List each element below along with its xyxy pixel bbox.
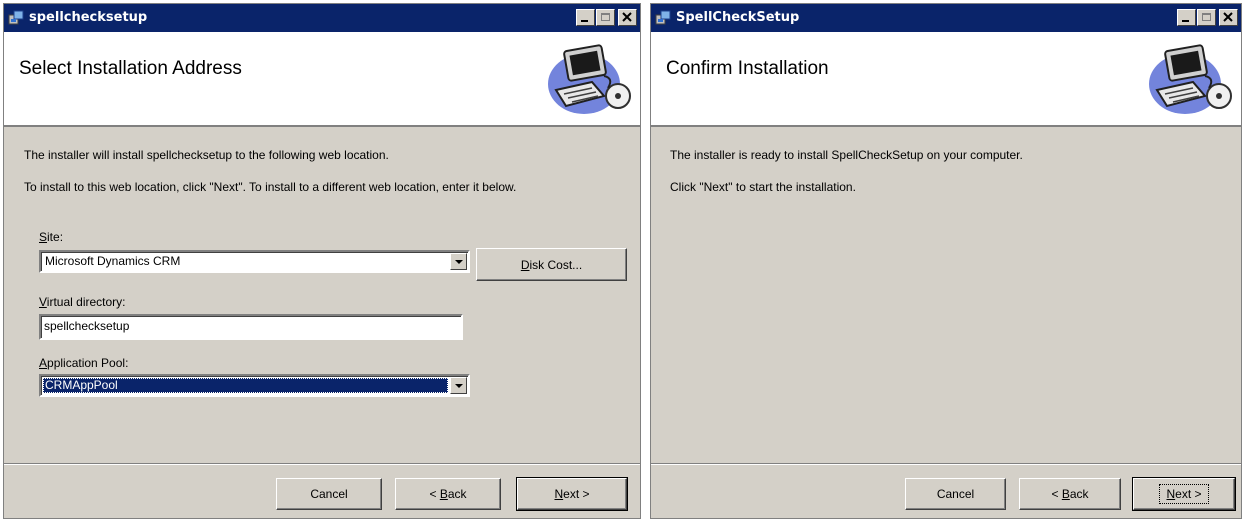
close-button[interactable] [618, 9, 637, 26]
virtual-directory-input[interactable]: spellchecksetup [39, 314, 463, 340]
minimize-icon [581, 20, 588, 22]
left-installer-window: spellchecksetup Select Installation Addr… [3, 3, 641, 519]
header-banner: Select Installation Address [4, 32, 640, 127]
site-dropdown[interactable]: Microsoft Dynamics CRM [39, 250, 470, 273]
application-pool-value: CRMAppPool [43, 378, 448, 393]
next-button[interactable]: Next > [1132, 477, 1236, 511]
close-icon [622, 12, 632, 22]
virtual-directory-label: Virtual directory: [39, 295, 126, 309]
maximize-icon [1202, 13, 1211, 21]
title-bar-buttons [576, 9, 637, 27]
chevron-down-icon [455, 260, 463, 264]
intro-line-1: The installer will install spellcheckset… [24, 148, 389, 162]
close-icon [1223, 12, 1233, 22]
computer-with-cd-icon [548, 44, 631, 114]
footer-divider [651, 463, 1241, 465]
site-label: Site: [39, 230, 64, 244]
computer-with-cd-icon [1149, 44, 1232, 114]
intro-line-2: Click "Next" to start the installation. [670, 180, 856, 194]
title-bar[interactable]: SpellCheckSetup [651, 4, 1241, 32]
disk-cost-button[interactable]: Disk Cost... [476, 248, 627, 281]
cancel-button[interactable]: Cancel [276, 478, 382, 510]
chevron-down-icon [455, 384, 463, 388]
title-bar[interactable]: spellchecksetup [4, 4, 640, 32]
back-button[interactable]: < Back [1019, 478, 1121, 510]
application-pool-dropdown-button[interactable] [450, 377, 467, 394]
window-title: SpellCheckSetup [676, 10, 800, 25]
application-pool-dropdown[interactable]: CRMAppPool [39, 374, 470, 397]
maximize-button[interactable] [1197, 9, 1216, 26]
page-title: Confirm Installation [666, 58, 829, 79]
application-pool-label: Application Pool: [39, 356, 129, 370]
site-value: Microsoft Dynamics CRM [45, 254, 181, 268]
minimize-icon [1182, 20, 1189, 22]
minimize-button[interactable] [576, 9, 595, 26]
header-banner: Confirm Installation [651, 32, 1241, 127]
installer-app-icon [8, 10, 24, 25]
site-dropdown-button[interactable] [450, 253, 467, 270]
back-button[interactable]: < Back [395, 478, 501, 510]
installer-app-icon [655, 10, 671, 25]
intro-line-1: The installer is ready to install SpellC… [670, 148, 1023, 162]
cancel-button[interactable]: Cancel [905, 478, 1006, 510]
minimize-button[interactable] [1177, 9, 1196, 26]
page-title: Select Installation Address [19, 58, 242, 79]
maximize-button[interactable] [596, 9, 615, 26]
close-button[interactable] [1219, 9, 1238, 26]
maximize-icon [601, 13, 610, 21]
window-title: spellchecksetup [29, 10, 148, 25]
intro-line-2: To install to this web location, click "… [24, 180, 517, 194]
right-installer-window: SpellCheckSetup Confirm Installation The… [650, 3, 1242, 519]
footer-divider [4, 463, 640, 465]
next-button[interactable]: Next > [516, 477, 628, 511]
title-bar-buttons [1177, 9, 1238, 27]
